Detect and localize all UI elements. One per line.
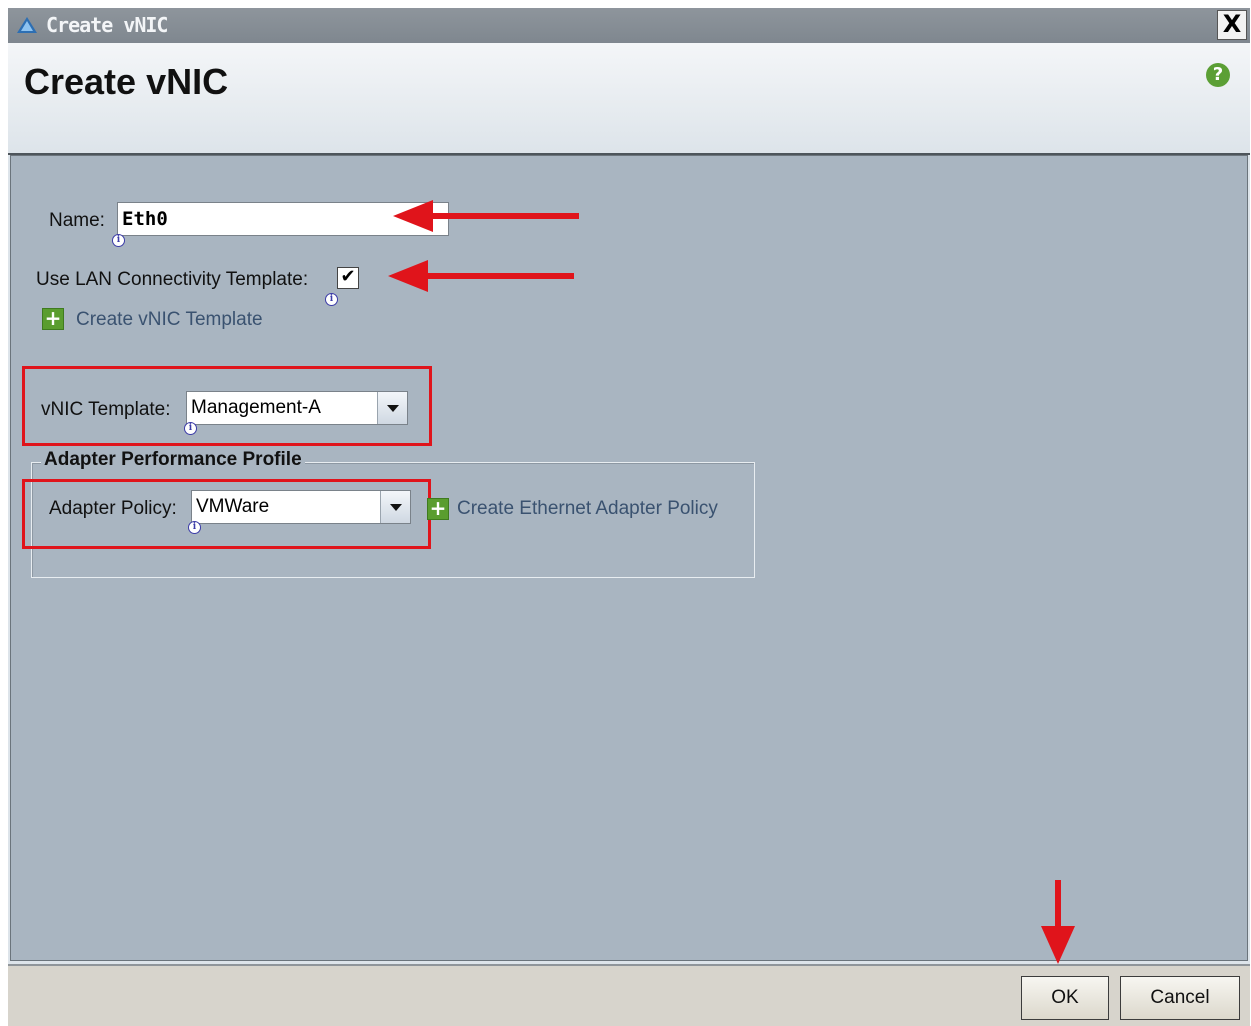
- cancel-button[interactable]: Cancel: [1120, 976, 1240, 1020]
- adapter-group-title: Adapter Performance Profile: [41, 449, 305, 471]
- create-vnic-dialog: Create vNIC X Create vNIC ? Name: Eth0 i…: [8, 8, 1250, 1026]
- dialog-header: Create vNIC ?: [8, 43, 1250, 155]
- add-icon[interactable]: +: [42, 308, 64, 330]
- help-icon[interactable]: ?: [1206, 63, 1230, 87]
- use-template-checkbox[interactable]: ✔: [337, 267, 359, 289]
- create-vnic-template-link[interactable]: Create vNIC Template: [76, 309, 263, 331]
- name-info-icon[interactable]: i: [112, 234, 125, 247]
- name-label: Name:: [49, 210, 105, 231]
- use-template-info-icon[interactable]: i: [325, 293, 338, 306]
- highlight-box-adapter-policy: [22, 479, 431, 549]
- window-title: Create vNIC: [46, 13, 168, 37]
- app-icon: [17, 17, 37, 33]
- add-icon[interactable]: +: [427, 498, 449, 520]
- create-ethernet-adapter-policy-link[interactable]: Create Ethernet Adapter Policy: [457, 498, 718, 520]
- red-arrow-annotation: [393, 200, 579, 232]
- page-title: Create vNIC: [24, 61, 229, 102]
- use-template-label: Use LAN Connectivity Template:: [36, 269, 309, 290]
- red-arrow-annotation: [388, 260, 574, 292]
- highlight-box-vnic-template: [22, 366, 432, 446]
- red-arrow-annotation: [1041, 880, 1075, 964]
- ok-button[interactable]: OK: [1021, 976, 1109, 1020]
- close-button[interactable]: X: [1217, 10, 1247, 40]
- title-bar[interactable]: Create vNIC X: [8, 8, 1250, 43]
- dialog-footer: OK Cancel: [8, 964, 1250, 1026]
- form-panel: Name: Eth0 i Use LAN Connectivity Templa…: [10, 155, 1248, 964]
